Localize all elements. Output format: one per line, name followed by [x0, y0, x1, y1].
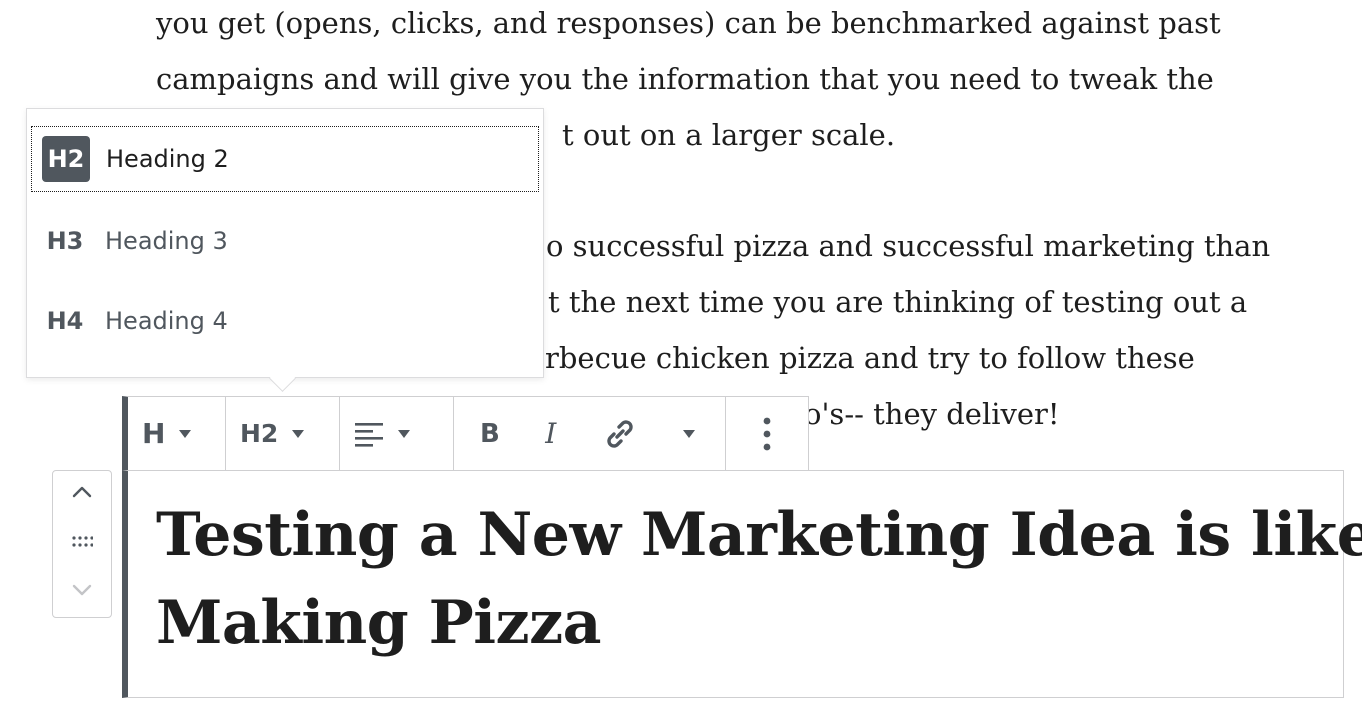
- chevron-down-icon: [179, 429, 192, 438]
- heading-level-group: H2: [226, 397, 340, 470]
- align-button[interactable]: [354, 410, 410, 458]
- heading-level-dropdown: H2 Heading 2 H3 Heading 3 H4 Heading 4: [26, 108, 544, 378]
- drag-handle-icon: [72, 536, 93, 547]
- move-down-button[interactable]: [53, 583, 111, 597]
- heading-4-option[interactable]: H4 Heading 4: [31, 288, 539, 354]
- italic-button[interactable]: I: [545, 410, 556, 458]
- heading-2-label: Heading 2: [106, 145, 229, 173]
- heading-2-option[interactable]: H2 Heading 2: [31, 126, 539, 192]
- alignment-group: [340, 397, 454, 470]
- paragraph-line: you get (opens, clicks, and responses) c…: [156, 6, 1221, 40]
- drag-handle[interactable]: [53, 535, 111, 549]
- chevron-up-icon: [72, 486, 92, 498]
- block-type-group: H: [128, 397, 226, 470]
- block-mover: [52, 470, 112, 618]
- heading-4-label: Heading 4: [105, 307, 228, 335]
- heading-3-option[interactable]: H3 Heading 3: [31, 208, 539, 274]
- bold-button[interactable]: B: [480, 410, 500, 458]
- block-type-button[interactable]: H: [142, 410, 192, 458]
- more-options-button[interactable]: [762, 410, 772, 458]
- paragraph-line: campaigns and will give you the informat…: [156, 62, 1214, 96]
- more-options-group: [726, 397, 808, 470]
- heading-4-icon: H4: [46, 307, 84, 335]
- link-button[interactable]: [602, 410, 638, 458]
- heading-line: Making Pizza: [156, 588, 602, 658]
- chevron-down-icon: [72, 584, 92, 596]
- heading-line: Testing a New Marketing Idea is like: [156, 500, 1362, 570]
- heading-level-label: H2: [240, 419, 279, 448]
- link-icon: [606, 419, 633, 448]
- align-left-icon: [355, 422, 383, 447]
- chevron-down-icon: [398, 429, 410, 438]
- heading-block-icon: H: [142, 417, 166, 450]
- move-up-button[interactable]: [53, 485, 111, 499]
- heading-text[interactable]: Testing a New Marketing Idea is like Mak…: [156, 491, 1362, 667]
- chevron-down-icon: [292, 429, 305, 438]
- heading-3-label: Heading 3: [105, 227, 228, 255]
- heading-level-button[interactable]: H2: [240, 410, 305, 458]
- heading-2-icon: H2: [42, 136, 90, 182]
- chevron-down-icon: [682, 429, 695, 438]
- more-vertical-icon: [763, 417, 771, 450]
- block-toolbar: H H2 B I: [122, 396, 809, 470]
- formatting-group: B I: [454, 397, 726, 470]
- heading-block[interactable]: Testing a New Marketing Idea is like Mak…: [122, 470, 1362, 698]
- more-formatting-button[interactable]: [682, 410, 695, 458]
- heading-3-icon: H3: [46, 227, 84, 255]
